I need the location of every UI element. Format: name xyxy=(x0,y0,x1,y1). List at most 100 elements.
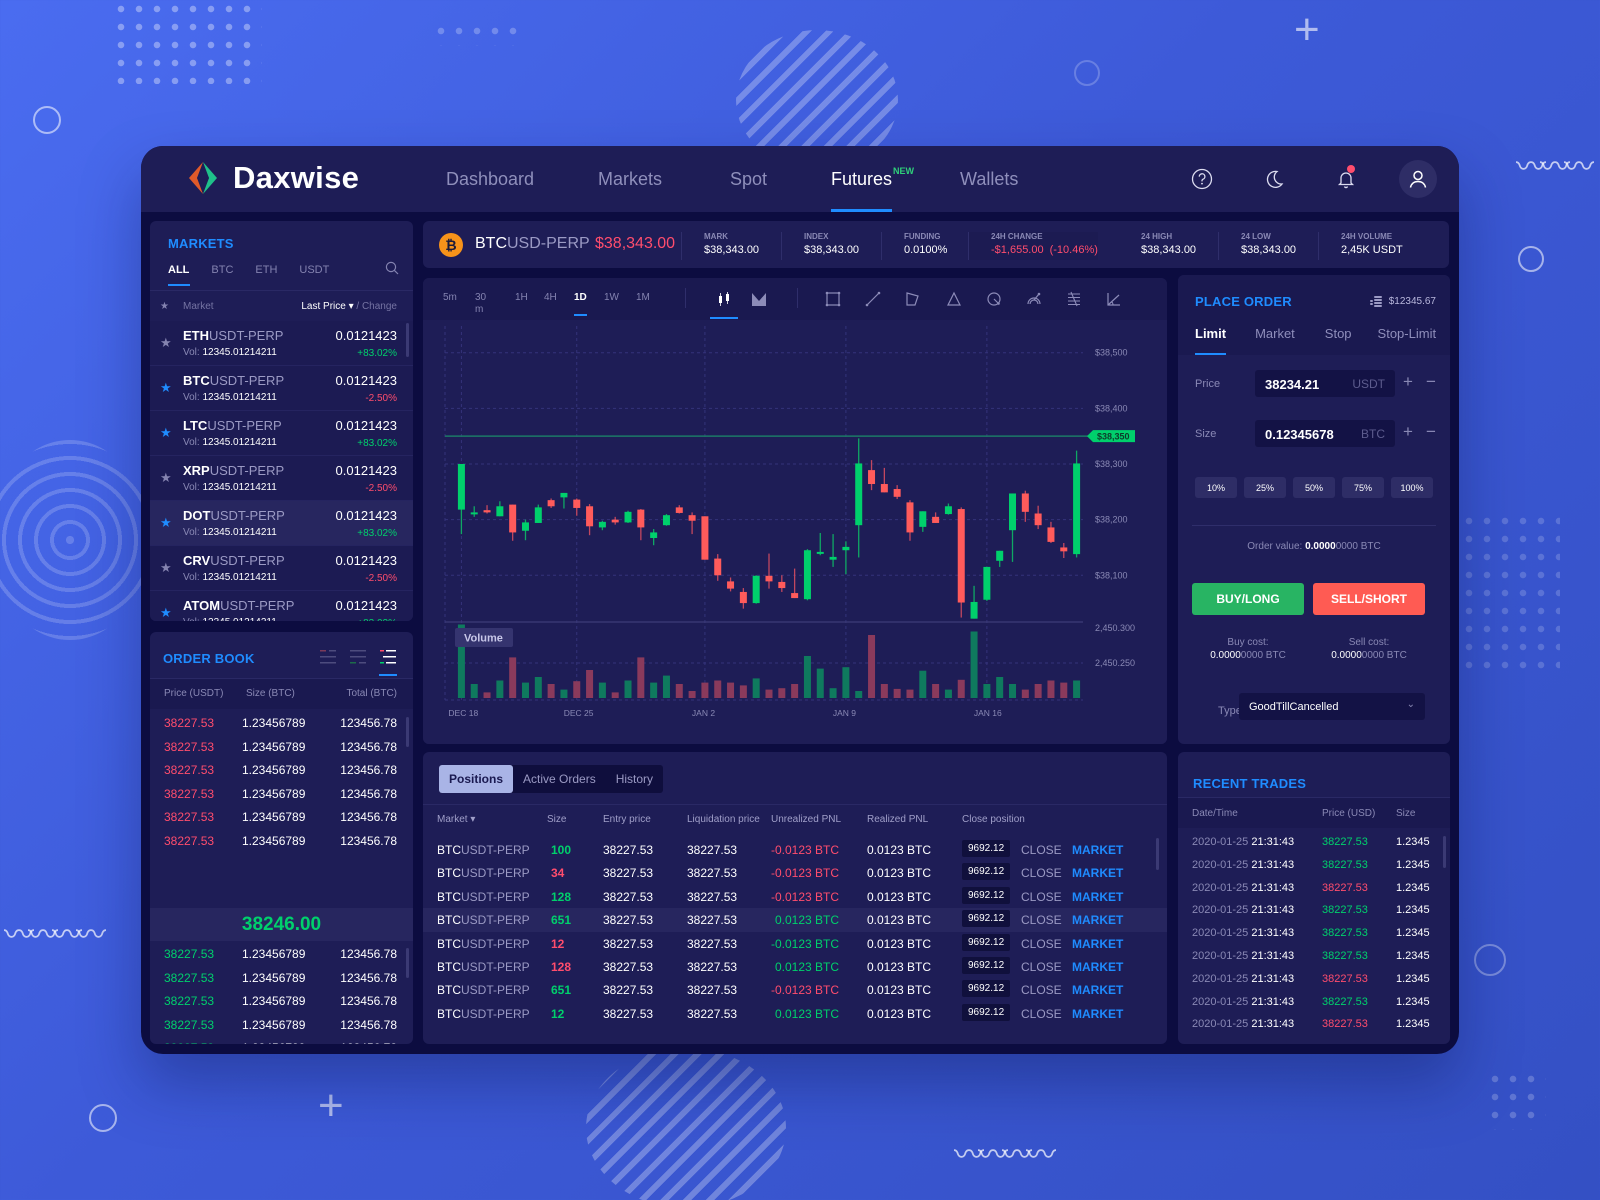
size-decrement-button[interactable]: − xyxy=(1426,422,1436,442)
order-tab-stop-limit[interactable]: Stop-Limit xyxy=(1378,326,1437,355)
scrollbar[interactable] xyxy=(406,323,409,357)
close-quantity-input[interactable]: 9692.12 xyxy=(962,863,1011,881)
percent-button-100[interactable]: 100% xyxy=(1391,477,1433,498)
close-market-button[interactable]: MARKET xyxy=(1072,1007,1123,1021)
help-icon[interactable] xyxy=(1183,160,1221,198)
close-market-button[interactable]: MARKET xyxy=(1072,843,1123,857)
price-chart[interactable]: $38,500 $38,400 $38,300 $38,200 $38,100 $38,3… xyxy=(423,320,1167,744)
close-button[interactable]: CLOSE xyxy=(1021,913,1062,927)
nav-futures[interactable]: Futures NEW xyxy=(831,146,914,212)
close-button[interactable]: CLOSE xyxy=(1021,937,1062,951)
sort-change[interactable]: / Change xyxy=(354,301,397,312)
tab-active-orders[interactable]: Active Orders xyxy=(513,765,606,793)
timeframe-4H[interactable]: 4H xyxy=(544,292,557,303)
star-icon[interactable]: ★ xyxy=(160,301,169,312)
price-increment-button[interactable]: + xyxy=(1403,372,1413,392)
close-quantity-input[interactable]: 9692.12 xyxy=(962,886,1011,904)
close-button[interactable]: CLOSE xyxy=(1021,960,1062,974)
close-button[interactable]: CLOSE xyxy=(1021,890,1062,904)
close-market-button[interactable]: MARKET xyxy=(1072,937,1123,951)
nav-dashboard[interactable]: Dashboard xyxy=(446,146,534,212)
orderbook-row[interactable]: 38227.53 1.23456789 123456.78 xyxy=(150,758,413,782)
close-button[interactable]: CLOSE xyxy=(1021,1007,1062,1021)
market-row[interactable]: ★ BTCUSDT-PERP Vol: 12345.01214211 0.012142… xyxy=(150,366,413,411)
sort-last-price[interactable]: Last Price ▾ xyxy=(301,301,353,312)
position-market[interactable]: BTCUSDT-PERP xyxy=(437,937,530,951)
column-header[interactable]: Market ▾ xyxy=(437,814,475,825)
scrollbar[interactable] xyxy=(1156,838,1159,870)
favorite-star-icon[interactable]: ★ xyxy=(160,335,172,351)
close-market-button[interactable]: MARKET xyxy=(1072,890,1123,904)
user-avatar-button[interactable] xyxy=(1399,160,1437,198)
close-button[interactable]: CLOSE xyxy=(1021,843,1062,857)
position-market[interactable]: BTCUSDT-PERP xyxy=(437,960,530,974)
orderbook-mode-asks[interactable] xyxy=(379,646,397,676)
nav-markets[interactable]: Markets xyxy=(598,146,662,212)
orderbook-row[interactable]: 38227.53 1.23456789 123456.78 xyxy=(150,829,413,853)
polygon-tool-icon[interactable] xyxy=(903,289,923,309)
percent-button-10[interactable]: 10% xyxy=(1195,477,1237,498)
orderbook-row[interactable]: 38227.53 1.23456789 123456.78 xyxy=(150,989,413,1013)
size-increment-button[interactable]: + xyxy=(1403,422,1413,442)
orderbook-row[interactable]: 38227.53 1.23456789 123456.78 xyxy=(150,805,413,829)
orderbook-row[interactable]: 38227.53 1.23456789 123456.78 xyxy=(150,782,413,806)
close-quantity-input[interactable]: 9692.12 xyxy=(962,957,1011,974)
nav-wallets[interactable]: Wallets xyxy=(960,146,1018,212)
position-market[interactable]: BTCUSDT-PERP xyxy=(437,1007,530,1021)
orderbook-row[interactable]: 38227.53 1.23456789 123456.78 xyxy=(150,942,413,966)
close-quantity-input[interactable]: 9692.12 xyxy=(962,933,1011,951)
timeframe-1H[interactable]: 1H xyxy=(515,292,528,303)
column-header-market[interactable]: Market xyxy=(183,301,214,312)
order-tab-limit[interactable]: Limit xyxy=(1195,326,1227,355)
bell-icon[interactable] xyxy=(1327,160,1365,198)
close-quantity-input[interactable]: 9692.12 xyxy=(962,840,1011,857)
orderbook-row[interactable]: 38227.53 1.23456789 123456.78 xyxy=(150,735,413,759)
market-tab-usdt[interactable]: USDT xyxy=(299,264,329,286)
scrollbar[interactable] xyxy=(1443,836,1446,868)
market-row[interactable]: ★ DOTUSDT-PERP Vol: 12345.01214211 0.012142… xyxy=(150,501,413,546)
position-market[interactable]: BTCUSDT-PERP xyxy=(437,843,530,857)
nav-spot[interactable]: Spot xyxy=(730,146,767,212)
rectangle-tool-icon[interactable] xyxy=(823,289,843,309)
market-row[interactable]: ★ XRPUSDT-PERP Vol: 12345.01214211 0.012142… xyxy=(150,456,413,501)
position-market[interactable]: BTCUSDT-PERP xyxy=(437,913,530,927)
close-market-button[interactable]: MARKET xyxy=(1072,913,1123,927)
price-input[interactable]: 38234.21 USDT xyxy=(1255,370,1395,397)
price-decrement-button[interactable]: − xyxy=(1426,372,1436,392)
order-tab-stop[interactable]: Stop xyxy=(1325,326,1352,355)
arc-tool-icon[interactable] xyxy=(1024,289,1044,309)
circle-tool-icon[interactable] xyxy=(984,289,1004,309)
ticker-pair[interactable]: BTCUSD-PERP xyxy=(475,235,590,253)
orderbook-row[interactable]: 38227.53 1.23456789 123456.78 xyxy=(150,1013,413,1037)
favorite-star-icon[interactable]: ★ xyxy=(160,560,172,576)
angle-tool-icon[interactable] xyxy=(1104,289,1124,309)
timeframe-5m[interactable]: 5m xyxy=(443,292,457,303)
scrollbar[interactable] xyxy=(406,717,409,747)
orderbook-mode-both[interactable] xyxy=(319,646,337,670)
close-market-button[interactable]: MARKET xyxy=(1072,960,1123,974)
percent-button-50[interactable]: 50% xyxy=(1293,477,1335,498)
position-market[interactable]: BTCUSDT-PERP xyxy=(437,890,530,904)
close-button[interactable]: CLOSE xyxy=(1021,866,1062,880)
market-tab-btc[interactable]: BTC xyxy=(211,264,233,286)
candlestick-icon[interactable] xyxy=(710,289,738,319)
time-in-force-select[interactable]: GoodTillCancelled ⌄ xyxy=(1239,693,1425,720)
market-tab-eth[interactable]: ETH xyxy=(255,264,277,286)
sell-short-button[interactable]: SELL/SHORT xyxy=(1313,583,1425,615)
market-tab-all[interactable]: ALL xyxy=(168,264,191,286)
market-row[interactable]: ★ ETHUSDT-PERP Vol: 12345.01214211 0.012142… xyxy=(150,321,413,366)
timeframe-1D[interactable]: 1D xyxy=(574,292,587,316)
market-row[interactable]: ★ ATOMUSDT-PERP Vol: 12345.01214211 0.01214… xyxy=(150,591,413,621)
orderbook-mode-bids[interactable] xyxy=(349,646,367,670)
close-market-button[interactable]: MARKET xyxy=(1072,866,1123,880)
order-tab-market[interactable]: Market xyxy=(1255,326,1295,355)
timeframe-1W[interactable]: 1W xyxy=(604,292,619,303)
scrollbar[interactable] xyxy=(406,948,409,978)
favorite-star-icon[interactable]: ★ xyxy=(160,605,172,621)
favorite-star-icon[interactable]: ★ xyxy=(160,515,172,531)
percent-button-25[interactable]: 25% xyxy=(1244,477,1286,498)
line-tool-icon[interactable] xyxy=(863,289,883,309)
close-quantity-input[interactable]: 9692.12 xyxy=(962,980,1011,998)
close-button[interactable]: CLOSE xyxy=(1021,983,1062,997)
orderbook-row[interactable]: 38227.53 1.23456789 123456.78 xyxy=(150,711,413,735)
